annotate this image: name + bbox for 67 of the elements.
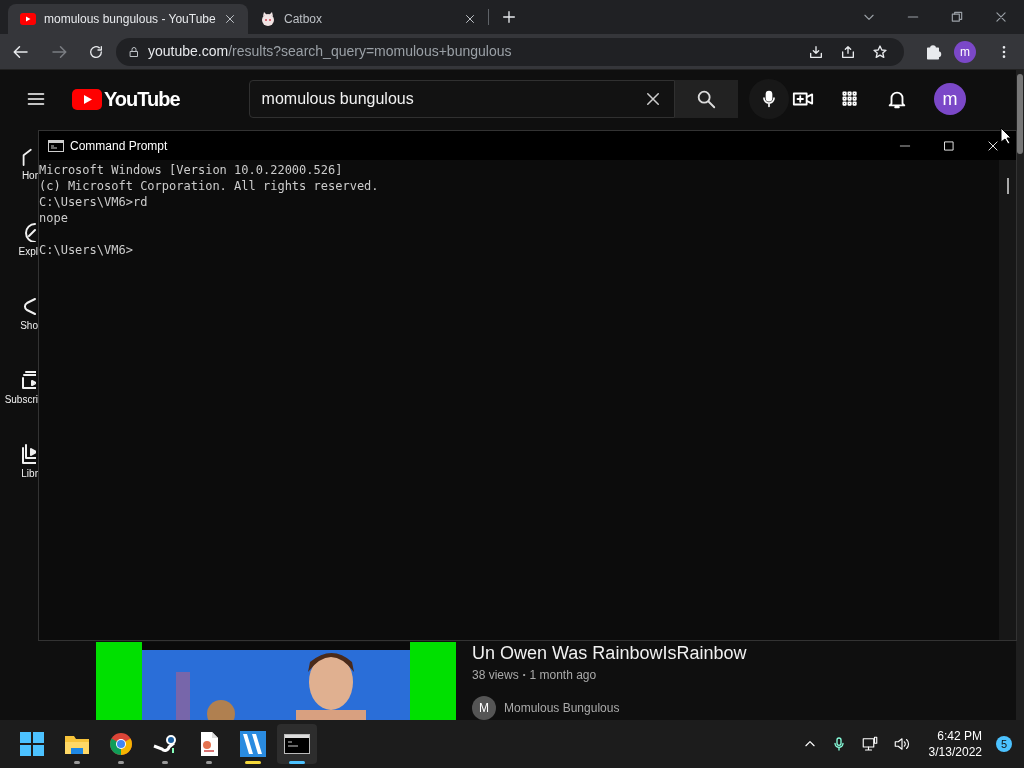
search-text: momulous bungulous xyxy=(261,89,415,109)
channel-name[interactable]: Momulous Bungulous xyxy=(504,699,620,717)
restore-icon[interactable] xyxy=(950,10,964,24)
puzzle-icon[interactable] xyxy=(924,42,942,61)
sidebar-label[interactable]: Libr xyxy=(21,468,38,480)
close-icon[interactable] xyxy=(994,10,1008,24)
console-line: (c) Microsoft Corporation. All rights reserved. xyxy=(39,178,379,194)
taskbar-app[interactable] xyxy=(277,724,317,764)
lock-icon xyxy=(128,45,140,58)
download-icon[interactable] xyxy=(808,43,824,60)
upload-age: 1 month ago xyxy=(529,667,597,684)
cat-icon xyxy=(260,11,276,27)
sidebar-label[interactable]: Subscri xyxy=(4,394,38,406)
browser-tab[interactable]: Catbox xyxy=(248,4,488,34)
star-icon[interactable] xyxy=(872,43,888,60)
reload-icon[interactable] xyxy=(88,43,104,60)
share-icon[interactable] xyxy=(840,43,856,60)
window-title: Command Prompt xyxy=(70,137,168,155)
start-icon[interactable] xyxy=(20,732,44,756)
maximize-icon[interactable] xyxy=(942,138,956,153)
video-title[interactable]: Un Owen Was RainbowIsRainbow xyxy=(472,642,747,664)
sidebar-label[interactable]: Expl xyxy=(18,246,38,258)
browser-tab[interactable]: momulous bungulous - YouTube xyxy=(8,4,248,34)
search-field[interactable]: momulous bungulous xyxy=(248,80,675,118)
close-icon[interactable] xyxy=(986,138,1000,153)
library-icon xyxy=(22,444,36,464)
account-avatar[interactable]: m xyxy=(934,83,966,115)
subscriptions-icon xyxy=(22,370,36,390)
editor-icon[interactable] xyxy=(240,731,266,757)
console-line: C:\Users\VM6> xyxy=(39,242,133,258)
steam-icon[interactable] xyxy=(152,732,178,756)
view-count: 38 views xyxy=(472,667,519,684)
folder-icon[interactable] xyxy=(64,733,90,755)
tab-title: momulous bungulous - YouTube xyxy=(44,11,216,28)
url-text: youtube.com/results?search_query=momulous+bungulous xyxy=(148,42,512,61)
console-line: nope xyxy=(39,210,68,226)
close-icon[interactable] xyxy=(224,13,236,25)
grid-icon[interactable] xyxy=(840,89,860,109)
clock-date[interactable]: 3/13/2022 xyxy=(928,744,982,760)
console-icon xyxy=(48,139,64,152)
speaker-icon[interactable] xyxy=(892,735,911,753)
youtube-logo-icon xyxy=(20,13,36,25)
terminal-icon[interactable] xyxy=(284,734,310,754)
network-icon[interactable] xyxy=(860,735,879,753)
separator-dot: • xyxy=(522,669,526,681)
compass-icon xyxy=(22,222,36,242)
scrollbar-thumb[interactable] xyxy=(1006,178,1009,194)
sidebar-label[interactable]: Sho xyxy=(20,320,38,332)
channel-avatar[interactable]: M xyxy=(472,696,496,720)
search-button[interactable] xyxy=(674,80,738,118)
console-line: C:\Users\VM6>rd xyxy=(39,194,148,210)
tab-title: Catbox xyxy=(284,11,324,28)
search-icon xyxy=(695,88,718,110)
clock-time[interactable]: 6:42 PM xyxy=(937,728,982,744)
document-icon[interactable] xyxy=(198,731,220,757)
console-line: Microsoft Windows [Version 10.0.22000.526] xyxy=(39,162,343,178)
address-field[interactable]: youtube.com/results?search_query=momulous+bungulous xyxy=(116,37,904,66)
close-icon[interactable] xyxy=(464,13,476,25)
voice-search-button[interactable] xyxy=(748,79,789,119)
scrollbar-thumb[interactable] xyxy=(1017,74,1023,154)
profile-avatar[interactable]: m xyxy=(954,40,976,63)
plus-icon[interactable] xyxy=(501,9,517,25)
chrome-icon[interactable] xyxy=(109,732,133,756)
youtube-logo[interactable] xyxy=(72,88,102,110)
sidebar-label[interactable]: Hor xyxy=(21,170,38,182)
logo-wordmark[interactable]: YouTube xyxy=(104,84,180,114)
notification-badge[interactable]: 5 xyxy=(996,736,1012,752)
